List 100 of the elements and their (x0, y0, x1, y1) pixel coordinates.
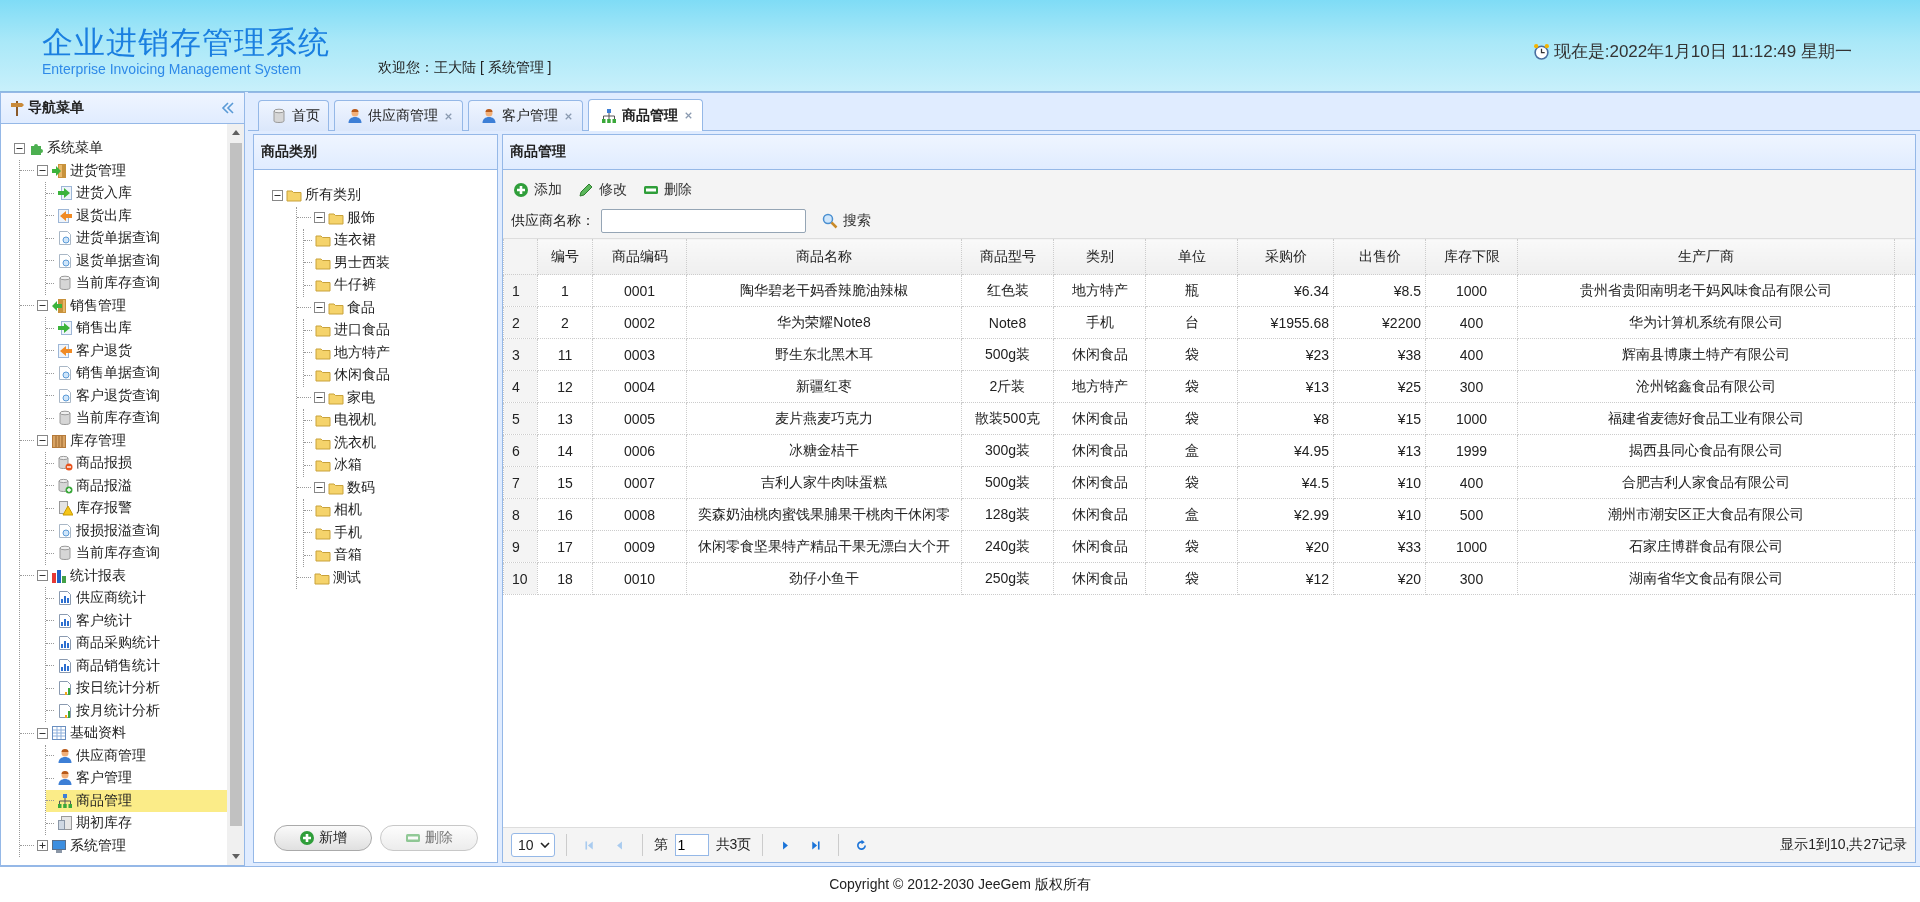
column-header[interactable]: 商品编码 (592, 238, 687, 275)
nav-item[interactable]: 供应商统计 (46, 587, 227, 610)
column-header[interactable]: 库存下限 (1425, 238, 1518, 275)
tree-node[interactable]: 数码 (297, 476, 497, 499)
collapse-icon[interactable] (220, 100, 236, 116)
edit-button[interactable]: 修改 (576, 178, 635, 201)
tab[interactable]: 商品管理 (588, 99, 703, 131)
nav-item[interactable]: 供应商管理 (46, 744, 227, 767)
nav-item[interactable]: 客户退货查询 (46, 384, 227, 407)
table-cell: 袋 (1145, 466, 1238, 499)
column-header[interactable]: 类别 (1053, 238, 1146, 275)
column-header[interactable]: 商品型号 (961, 238, 1054, 275)
collapse-toggle-icon[interactable] (314, 302, 325, 314)
column-header[interactable]: 商品名称 (686, 238, 962, 275)
collapse-toggle-icon[interactable] (37, 300, 48, 312)
column-header[interactable]: 生产厂商 (1517, 238, 1895, 275)
collapse-toggle-icon[interactable] (314, 212, 325, 224)
nav-item[interactable]: 退货单据查询 (46, 249, 227, 272)
nav-item[interactable]: 客户管理 (46, 767, 227, 790)
column-header[interactable]: 出售价 (1333, 238, 1426, 275)
last-page-icon[interactable] (809, 838, 823, 852)
table-cell: ¥12 (1237, 562, 1334, 595)
nav-item[interactable]: 商品销售统计 (46, 654, 227, 677)
tree-node[interactable]: 地方特产 (304, 341, 497, 364)
tree-node[interactable]: 牛仔裤 (304, 274, 497, 297)
collapse-toggle-icon[interactable] (314, 482, 325, 494)
nav-item[interactable]: 当前库存查询 (46, 272, 227, 295)
tree-node[interactable]: 男士西装 (304, 251, 497, 274)
nav-item[interactable]: 商品采购统计 (46, 632, 227, 655)
tab[interactable]: 客户管理 (468, 100, 583, 131)
door-arrow-icon (51, 297, 67, 314)
collapse-toggle-icon[interactable] (37, 727, 48, 739)
tree-node[interactable]: 洗衣机 (304, 431, 497, 454)
nav-item[interactable]: 商品报溢 (46, 474, 227, 497)
table-cell: ¥4.95 (1237, 434, 1334, 467)
table-cell: 14 (537, 434, 593, 467)
scrollbar[interactable] (227, 124, 244, 865)
nav-item[interactable]: 库存管理 (20, 429, 215, 452)
column-header[interactable]: 编号 (537, 238, 593, 275)
expand-toggle-icon[interactable] (37, 840, 48, 852)
tree-node[interactable]: 连衣裙 (304, 229, 497, 252)
collapse-toggle-icon[interactable] (314, 392, 325, 404)
nav-item[interactable]: 进货入库 (46, 182, 227, 205)
nav-item[interactable]: 按日统计分析 (46, 677, 227, 700)
page-number-field[interactable]: 1 (674, 834, 709, 856)
nav-item[interactable]: 库存报警 (46, 497, 227, 520)
collapse-toggle-icon[interactable] (14, 142, 25, 154)
nav-item[interactable]: 统计报表 (20, 564, 215, 587)
remove-button[interactable]: 删除 (641, 178, 700, 201)
chart-document-icon (57, 680, 73, 697)
collapse-toggle-icon[interactable] (37, 165, 48, 177)
column-header[interactable]: 单位 (1145, 238, 1238, 275)
nav-item[interactable]: 商品报损 (46, 452, 227, 475)
tree-node[interactable]: 相机 (304, 499, 497, 522)
nav-item[interactable]: 按月统计分析 (46, 699, 227, 722)
tab[interactable]: 首页 (258, 100, 329, 131)
column-header[interactable]: 采购价 (1237, 238, 1334, 275)
nav-item[interactable]: 客户退货 (46, 339, 227, 362)
supplier-name-field[interactable] (601, 208, 806, 233)
table-cell: 袋 (1145, 402, 1238, 435)
nav-item[interactable]: 进货管理 (20, 159, 215, 182)
nav-item[interactable]: 系统菜单 (14, 137, 209, 160)
nav-item[interactable]: 销售出库 (46, 317, 227, 340)
tree-node[interactable]: 冰箱 (304, 454, 497, 477)
nav-item[interactable]: 进货单据查询 (46, 227, 227, 250)
collapse-toggle-icon[interactable] (37, 435, 48, 447)
nav-item[interactable]: 期初库存 (46, 812, 227, 835)
tab[interactable]: 供应商管理 (334, 100, 463, 131)
tree-node[interactable]: 手机 (304, 521, 497, 544)
tree-node[interactable]: 测试 (297, 566, 497, 589)
nav-item[interactable]: 客户统计 (46, 609, 227, 632)
tree-node[interactable]: 食品 (297, 296, 497, 319)
document-search-icon (57, 522, 73, 539)
refresh-icon[interactable] (855, 838, 869, 852)
tree-node[interactable]: 进口食品 (304, 319, 497, 342)
close-icon[interactable] (683, 110, 694, 121)
tree-node[interactable]: 所有类别 (272, 184, 497, 207)
tree-node[interactable]: 休闲食品 (304, 364, 497, 387)
collapse-toggle-icon[interactable] (272, 189, 283, 201)
nav-item[interactable]: 销售管理 (20, 294, 215, 317)
nav-item[interactable]: 系统管理 (20, 834, 215, 857)
panel-title: 商品管理 (510, 143, 566, 161)
tree-node[interactable]: 家电 (297, 386, 497, 409)
page-size-select[interactable]: 10 (511, 833, 555, 857)
nav-item[interactable]: 退货出库 (46, 204, 227, 227)
tree-node[interactable]: 服饰 (297, 206, 497, 229)
collapse-toggle-icon[interactable] (37, 570, 48, 582)
nav-item[interactable]: 商品管理 (46, 789, 227, 812)
nav-item[interactable]: 销售单据查询 (46, 362, 227, 385)
nav-item[interactable]: 当前库存查询 (46, 407, 227, 430)
search-button[interactable]: 搜索 (820, 209, 879, 232)
table-cell: 辉南县博康土特产有限公司 (1517, 338, 1895, 371)
nav-item[interactable]: 当前库存查询 (46, 542, 227, 565)
nav-item[interactable]: 报损报溢查询 (46, 519, 227, 542)
tree-node[interactable]: 音箱 (304, 544, 497, 567)
add-button[interactable]: 新增 (273, 825, 372, 851)
tree-node[interactable]: 电视机 (304, 409, 497, 432)
nav-item[interactable]: 基础资料 (20, 722, 215, 745)
add-icon (298, 830, 315, 846)
add-button[interactable]: 添加 (511, 178, 570, 201)
